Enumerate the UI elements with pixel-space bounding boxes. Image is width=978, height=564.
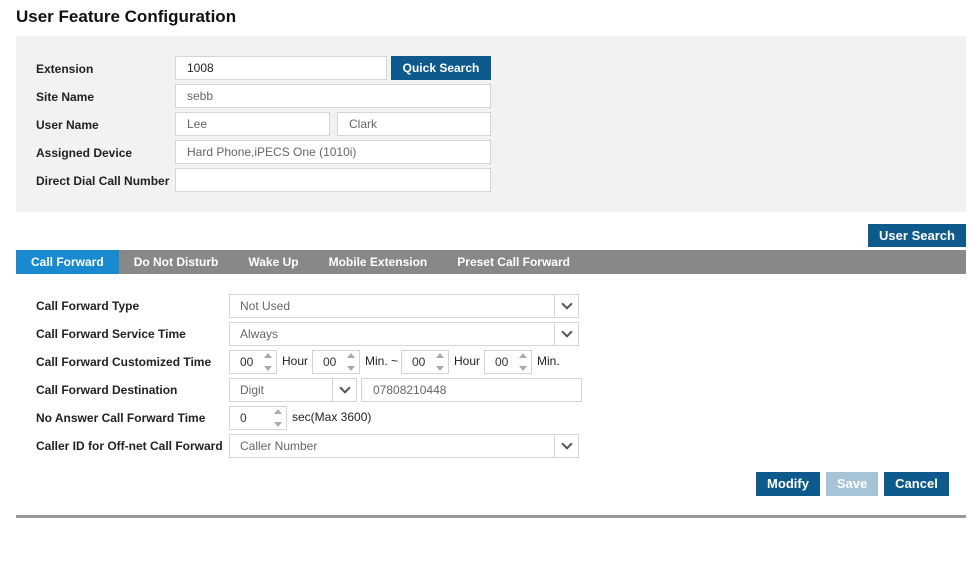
no-answer-value: 0: [240, 411, 247, 425]
start-hour-stepper[interactable]: 00: [229, 350, 277, 374]
end-hour-unit: Hour: [454, 354, 481, 368]
chevron-down-icon: [554, 323, 578, 345]
customized-time-label: Call Forward Customized Time: [36, 355, 212, 369]
start-min-unit: Min. ~: [365, 354, 399, 368]
chevron-down-icon: [332, 379, 356, 401]
extension-input[interactable]: 1008: [175, 56, 387, 80]
service-time-select[interactable]: Always: [229, 322, 579, 346]
no-answer-stepper[interactable]: 0: [229, 406, 287, 430]
start-hour-unit: Hour: [282, 354, 309, 368]
assigned-device-field: Hard Phone,iPECS One (1010i): [175, 140, 491, 164]
tab-call-forward[interactable]: Call Forward: [16, 250, 119, 274]
site-name-field: sebb: [175, 84, 491, 108]
direct-dial-label: Direct Dial Call Number: [36, 174, 170, 188]
destination-type-select[interactable]: Digit: [229, 378, 357, 402]
end-min-stepper[interactable]: 00: [484, 350, 532, 374]
service-time-value: Always: [240, 327, 279, 341]
chevron-down-icon: [554, 435, 578, 457]
start-min-value: 00: [323, 355, 337, 369]
no-answer-label: No Answer Call Forward Time: [36, 411, 206, 425]
search-panel: Extension 1008 Quick Search Site Name se…: [16, 36, 966, 212]
save-button[interactable]: Save: [826, 472, 878, 496]
last-name-field: Clark: [337, 112, 491, 136]
bottom-divider: [16, 515, 966, 518]
start-hour-value: 00: [240, 355, 254, 369]
destination-input[interactable]: 07808210448: [361, 378, 582, 402]
caller-id-value: Caller Number: [240, 439, 318, 453]
call-forward-type-label: Call Forward Type: [36, 299, 140, 313]
extension-label: Extension: [36, 62, 94, 76]
page-title: User Feature Configuration: [16, 7, 237, 26]
tab-preset-call-forward[interactable]: Preset Call Forward: [442, 250, 585, 274]
end-hour-value: 00: [412, 355, 426, 369]
call-forward-type-value: Not Used: [240, 299, 291, 313]
quick-search-button[interactable]: Quick Search: [391, 56, 491, 80]
end-min-unit: Min.: [537, 354, 560, 368]
tab-bar: Call Forward Do Not Disturb Wake Up Mobi…: [16, 250, 966, 274]
spinner-arrows-icon[interactable]: [262, 353, 274, 371]
user-search-button[interactable]: User Search: [868, 224, 966, 247]
modify-button[interactable]: Modify: [756, 472, 820, 496]
user-name-label: User Name: [36, 118, 99, 132]
destination-label: Call Forward Destination: [36, 383, 178, 397]
caller-id-label: Caller ID for Off-net Call Forward: [36, 439, 223, 453]
site-name-label: Site Name: [36, 90, 95, 104]
tab-do-not-disturb[interactable]: Do Not Disturb: [119, 250, 234, 274]
direct-dial-field[interactable]: [175, 168, 491, 192]
call-forward-type-select[interactable]: Not Used: [229, 294, 579, 318]
first-name-field: Lee: [175, 112, 330, 136]
end-min-value: 00: [495, 355, 509, 369]
start-min-stepper[interactable]: 00: [312, 350, 360, 374]
destination-type-value: Digit: [240, 383, 265, 397]
chevron-down-icon: [554, 295, 578, 317]
cancel-button[interactable]: Cancel: [884, 472, 949, 496]
spinner-arrows-icon[interactable]: [272, 409, 284, 427]
service-time-label: Call Forward Service Time: [36, 327, 186, 341]
caller-id-select[interactable]: Caller Number: [229, 434, 579, 458]
assigned-device-label: Assigned Device: [36, 146, 133, 160]
tab-mobile-extension[interactable]: Mobile Extension: [314, 250, 443, 274]
spinner-arrows-icon[interactable]: [517, 353, 529, 371]
no-answer-unit: sec(Max 3600): [292, 410, 372, 424]
end-hour-stepper[interactable]: 00: [401, 350, 449, 374]
spinner-arrows-icon[interactable]: [434, 353, 446, 371]
spinner-arrows-icon[interactable]: [345, 353, 357, 371]
tab-wake-up[interactable]: Wake Up: [233, 250, 313, 274]
